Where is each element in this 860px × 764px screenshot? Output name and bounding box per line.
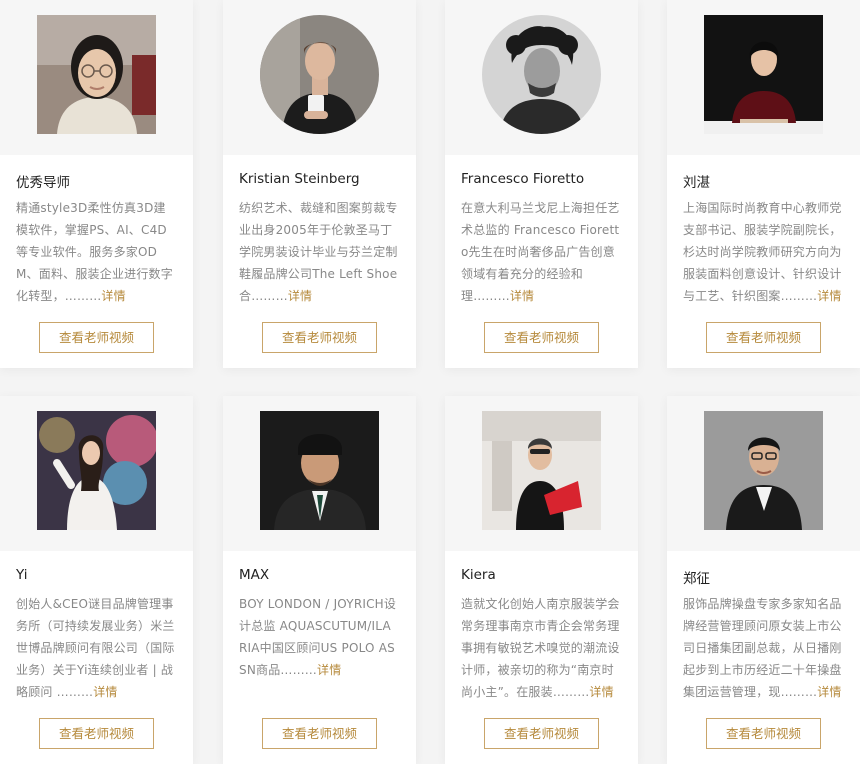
view-teacher-video-button[interactable]: 查看老师视频 — [39, 322, 154, 353]
teacher-description: 纺织艺术、裁缝和图案剪裁专业出身2005年于伦敦圣马丁学院男装设计毕业与芬兰定制… — [239, 197, 399, 307]
teacher-description: 服饰品牌操盘专家多家知名品牌经营管理顾问原女装上市公司日播集团副总裁，从日播刚起… — [683, 593, 843, 703]
teacher-photo — [482, 15, 601, 134]
teacher-name: 优秀导师 — [16, 175, 70, 191]
description-text: 造就文化创始人南京服装学会常务理事南京市青企会常务理事拥有敏锐艺术嗅觉的潮流设计… — [461, 597, 620, 699]
teacher-name: Yi — [16, 567, 28, 583]
teacher-card: Kiera 造就文化创始人南京服装学会常务理事南京市青企会常务理事拥有敏锐艺术嗅… — [445, 396, 638, 764]
teacher-description: 在意大利马兰戈尼上海担任艺术总监的 Francesco Fioretto先生在时… — [461, 197, 621, 307]
description-text: 上海国际时尚教育中心教师党支部书记、服装学院副院长，杉达时尚学院教师研究方向为服… — [683, 201, 842, 303]
view-teacher-video-button[interactable]: 查看老师视频 — [262, 322, 377, 353]
details-link[interactable]: 详情 — [101, 289, 125, 303]
photo-area — [0, 396, 193, 551]
teacher-description: 造就文化创始人南京服装学会常务理事南京市青企会常务理事拥有敏锐艺术嗅觉的潮流设计… — [461, 593, 621, 703]
photo-area — [223, 396, 416, 551]
photo-area — [667, 0, 860, 155]
details-link[interactable]: 详情 — [288, 289, 312, 303]
description-text: 在意大利马兰戈尼上海担任艺术总监的 Francesco Fioretto先生在时… — [461, 201, 620, 303]
details-link[interactable]: 详情 — [817, 289, 841, 303]
teacher-card: Kristian Steinberg 纺织艺术、裁缝和图案剪裁专业出身2005年… — [223, 0, 416, 368]
teacher-card: 优秀导师 精通style3D柔性仿真3D建模软件，掌握PS、AI、C4D等专业软… — [0, 0, 193, 368]
details-link[interactable]: 详情 — [589, 685, 613, 699]
teacher-card: Yi 创始人&CEO谜目品牌管理事务所（可持续发展业务）米兰世博品牌顾问有限公司… — [0, 396, 193, 764]
description-text: 服饰品牌操盘专家多家知名品牌经营管理顾问原女装上市公司日播集团副总裁，从日播刚起… — [683, 597, 842, 699]
view-teacher-video-button[interactable]: 查看老师视频 — [262, 718, 377, 749]
view-teacher-video-button[interactable]: 查看老师视频 — [706, 322, 821, 353]
teacher-description: 上海国际时尚教育中心教师党支部书记、服装学院副院长，杉达时尚学院教师研究方向为服… — [683, 197, 843, 307]
description-text: 纺织艺术、裁缝和图案剪裁专业出身2005年于伦敦圣马丁学院男装设计毕业与芬兰定制… — [239, 201, 398, 303]
teacher-name: Kristian Steinberg — [239, 171, 360, 187]
view-teacher-video-button[interactable]: 查看老师视频 — [484, 322, 599, 353]
teacher-description: 精通style3D柔性仿真3D建模软件，掌握PS、AI、C4D等专业软件。服务多… — [16, 197, 176, 307]
photo-area — [445, 0, 638, 155]
teacher-photo — [482, 411, 601, 530]
photo-area — [223, 0, 416, 155]
teacher-name: Kiera — [461, 567, 496, 583]
teacher-card: MAX BOY LONDON / JOYRICH设计总监 AQUASCUTUM/… — [223, 396, 416, 764]
teacher-photo — [260, 15, 379, 134]
photo-area — [445, 396, 638, 551]
description-text: 精通style3D柔性仿真3D建模软件，掌握PS、AI、C4D等专业软件。服务多… — [16, 201, 173, 303]
teacher-name: 郑征 — [683, 571, 710, 587]
teacher-name: Francesco Fioretto — [461, 171, 585, 187]
details-link[interactable]: 详情 — [317, 663, 341, 677]
description-text: 创始人&CEO谜目品牌管理事务所（可持续发展业务）米兰世博品牌顾问有限公司（国际… — [16, 597, 175, 699]
details-link[interactable]: 详情 — [817, 685, 841, 699]
details-link[interactable]: 详情 — [93, 685, 117, 699]
view-teacher-video-button[interactable]: 查看老师视频 — [39, 718, 154, 749]
photo-area — [667, 396, 860, 551]
teacher-card: Francesco Fioretto 在意大利马兰戈尼上海担任艺术总监的 Fra… — [445, 0, 638, 368]
teacher-description: 创始人&CEO谜目品牌管理事务所（可持续发展业务）米兰世博品牌顾问有限公司（国际… — [16, 593, 176, 703]
teacher-card: 刘湛 上海国际时尚教育中心教师党支部书记、服装学院副院长，杉达时尚学院教师研究方… — [667, 0, 860, 368]
details-link[interactable]: 详情 — [510, 289, 534, 303]
teacher-photo — [260, 411, 379, 530]
teacher-card: 郑征 服饰品牌操盘专家多家知名品牌经营管理顾问原女装上市公司日播集团副总裁，从日… — [667, 396, 860, 764]
photo-area — [0, 0, 193, 155]
teacher-photo — [37, 15, 156, 134]
teacher-grid: 优秀导师 精通style3D柔性仿真3D建模软件，掌握PS、AI、C4D等专业软… — [0, 0, 860, 764]
teacher-photo — [704, 15, 823, 134]
teacher-description: BOY LONDON / JOYRICH设计总监 AQUASCUTUM/ILAR… — [239, 593, 399, 681]
teacher-name: MAX — [239, 567, 270, 583]
teacher-photo — [704, 411, 823, 530]
view-teacher-video-button[interactable]: 查看老师视频 — [484, 718, 599, 749]
view-teacher-video-button[interactable]: 查看老师视频 — [706, 718, 821, 749]
teacher-name: 刘湛 — [683, 175, 710, 191]
teacher-photo — [37, 411, 156, 530]
